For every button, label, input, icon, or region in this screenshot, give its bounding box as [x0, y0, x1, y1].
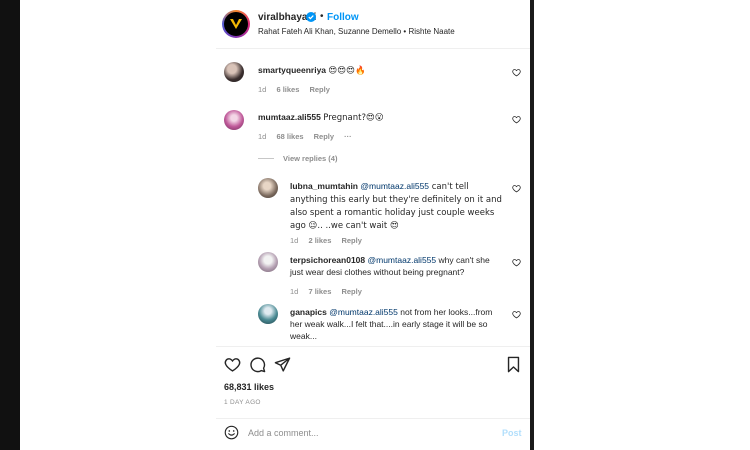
- panel-right-border: [530, 0, 534, 450]
- comment-time[interactable]: 1d: [258, 132, 266, 141]
- post-time-ago[interactable]: 1 DAY AGO: [224, 399, 261, 406]
- comment-meta: 1d 6 likes Reply: [258, 85, 338, 94]
- reply-time[interactable]: 1d: [290, 236, 298, 245]
- more-icon[interactable]: ···: [344, 132, 352, 141]
- heart-icon[interactable]: [512, 68, 521, 77]
- reply-mention[interactable]: @mumtaaz.ali555: [368, 255, 437, 265]
- post-header: viralbhayani • Follow Rahat Fateh Ali Kh…: [216, 0, 530, 49]
- reply-mention[interactable]: @mumtaaz.ali555: [329, 307, 398, 317]
- comment-text: Pregnant?😍😮: [323, 113, 384, 123]
- actions-divider: [216, 346, 530, 347]
- post-comments-panel: viralbhayani • Follow Rahat Fateh Ali Kh…: [216, 0, 530, 450]
- background-edge-left: [0, 0, 20, 450]
- like-heart-icon[interactable]: [224, 356, 241, 373]
- comment-text: 😍😍😍🔥: [328, 66, 366, 76]
- comment-avatar[interactable]: [224, 62, 244, 82]
- v-logo-icon: [230, 19, 242, 29]
- view-replies-line: [258, 158, 274, 159]
- reply-username[interactable]: ganapics: [290, 307, 327, 317]
- bookmark-icon[interactable]: [505, 356, 522, 373]
- comment-time[interactable]: 1d: [258, 85, 266, 94]
- reply-body: lubna_mumtahin @mumtaaz.ali555 can't tel…: [290, 180, 505, 232]
- verified-badge-icon: [306, 12, 316, 22]
- heart-icon[interactable]: [512, 184, 521, 193]
- avatar-logo: [224, 12, 248, 36]
- reply-username[interactable]: terpsichorean0108: [290, 255, 365, 265]
- follow-button[interactable]: Follow: [327, 12, 359, 23]
- post-comment-button[interactable]: Post: [502, 428, 522, 438]
- post-audio-subtitle[interactable]: Rahat Fateh Ali Khan, Suzanne Demello • …: [258, 27, 455, 36]
- reply-username[interactable]: lubna_mumtahin: [290, 181, 358, 191]
- reply-likes[interactable]: 2 likes: [308, 236, 331, 245]
- comment-avatar[interactable]: [224, 110, 244, 130]
- reply-body: ganapics @mumtaaz.ali555 not from her lo…: [290, 306, 505, 342]
- comment-body: smartyqueenriya 😍😍😍🔥: [258, 64, 498, 77]
- reply-meta: 1d 2 likes Reply: [290, 236, 370, 245]
- reply-meta: 1d 7 likes Reply: [290, 287, 370, 296]
- reply-time[interactable]: 1d: [290, 287, 298, 296]
- avatar[interactable]: [222, 10, 250, 38]
- comment-input-divider: [216, 418, 530, 419]
- reply-mention[interactable]: @mumtaaz.ali555: [360, 181, 429, 191]
- reply-button[interactable]: Reply: [341, 287, 361, 296]
- reply-avatar[interactable]: [258, 304, 278, 324]
- heart-icon[interactable]: [512, 115, 521, 124]
- emoji-icon[interactable]: [224, 425, 239, 440]
- comment-likes[interactable]: 68 likes: [276, 132, 303, 141]
- reply-body: terpsichorean0108 @mumtaaz.ali555 why ca…: [290, 254, 505, 278]
- post-likes-count[interactable]: 68,831 likes: [224, 382, 274, 392]
- share-icon[interactable]: [274, 356, 291, 373]
- heart-icon[interactable]: [512, 258, 521, 267]
- reply-button[interactable]: Reply: [309, 85, 329, 94]
- heart-icon[interactable]: [512, 310, 521, 319]
- reply-button[interactable]: Reply: [314, 132, 334, 141]
- header-separator: •: [320, 11, 324, 22]
- reply-avatar[interactable]: [258, 252, 278, 272]
- comment-body: mumtaaz.ali555 Pregnant?😍😮: [258, 111, 498, 124]
- comment-likes[interactable]: 6 likes: [276, 85, 299, 94]
- reply-likes[interactable]: 7 likes: [308, 287, 331, 296]
- add-comment-input[interactable]: [248, 426, 478, 440]
- reply-avatar[interactable]: [258, 178, 278, 198]
- comment-icon[interactable]: [249, 356, 266, 373]
- comment-meta: 1d 68 likes Reply ···: [258, 132, 360, 141]
- comment-username[interactable]: mumtaaz.ali555: [258, 112, 321, 122]
- reply-button[interactable]: Reply: [341, 236, 361, 245]
- comment-username[interactable]: smartyqueenriya: [258, 65, 326, 75]
- view-replies-button[interactable]: View replies (4): [283, 154, 337, 163]
